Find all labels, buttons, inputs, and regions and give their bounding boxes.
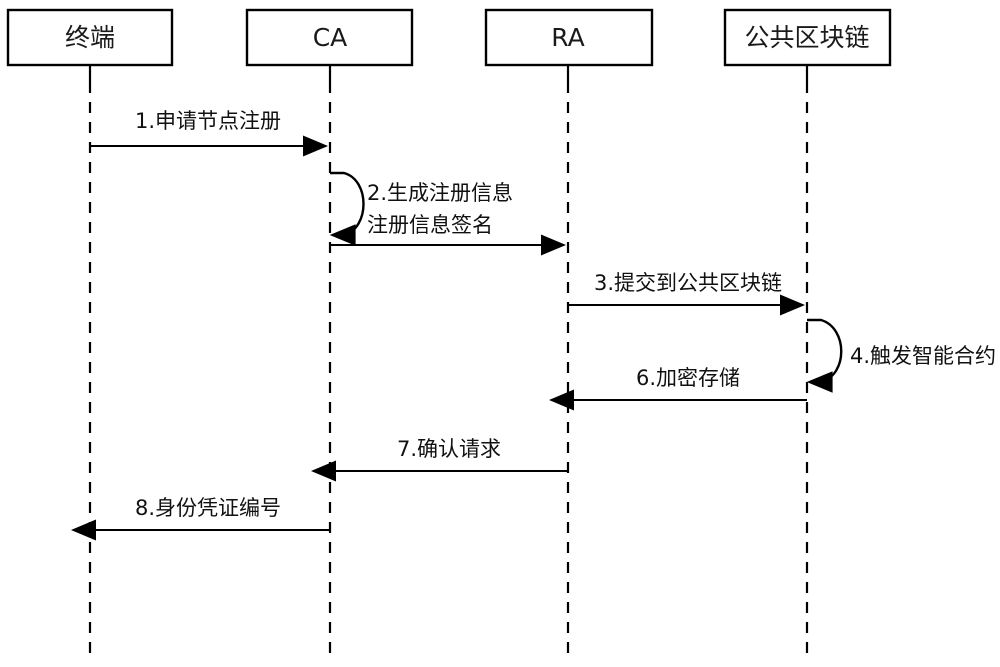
sequence-diagram-svg: 终端 CA RA 公共区块链 1.申请节点注册 2.生成注册信息 注册信息签名 [6,8,996,660]
message-2-label-line2: 注册信息签名 [367,213,493,237]
message-1-label: 1.申请节点注册 [135,109,281,133]
message-3-submit-to-public-blockchain[interactable]: 3.提交到公共区块链 [568,271,806,316]
message-3-label: 3.提交到公共区块链 [594,271,782,295]
actor-label-blockchain: 公共区块链 [744,23,869,52]
message-4-trigger-smart-contract[interactable]: 4.触发智能合约 [806,318,996,393]
message-8-identity-credential-number[interactable]: 8.身份凭证编号 [70,496,330,541]
message-2-self-loop-arrow[interactable] [329,171,365,246]
message-7-confirm-request[interactable]: 7.确认请求 [310,437,568,482]
actor-ra[interactable]: RA [484,8,654,67]
lifelines-group [88,65,809,660]
actor-ca[interactable]: CA [245,8,414,67]
message-2-label-line1: 2.生成注册信息 [367,181,513,205]
message-6-label: 6.加密存储 [636,366,740,390]
message-6-encrypted-storage[interactable]: 6.加密存储 [548,366,807,411]
sequence-diagram-canvas: 终端 CA RA 公共区块链 1.申请节点注册 2.生成注册信息 注册信息签名 [0,0,1000,667]
actor-label-ra: RA [551,23,584,52]
actor-terminal[interactable]: 终端 [6,8,174,67]
actor-label-terminal: 终端 [65,23,115,52]
actor-label-ca: CA [313,23,348,52]
actor-blockchain[interactable]: 公共区块链 [723,8,892,67]
message-7-label: 7.确认请求 [397,437,501,461]
message-4-self-loop-arrow[interactable] [806,318,843,393]
message-2-generate-registration-info[interactable]: 2.生成注册信息 注册信息签名 [329,171,513,246]
message-4-label: 4.触发智能合约 [850,344,996,368]
message-8-label: 8.身份凭证编号 [135,496,281,520]
message-1-apply-node-registration[interactable]: 1.申请节点注册 [90,109,329,157]
